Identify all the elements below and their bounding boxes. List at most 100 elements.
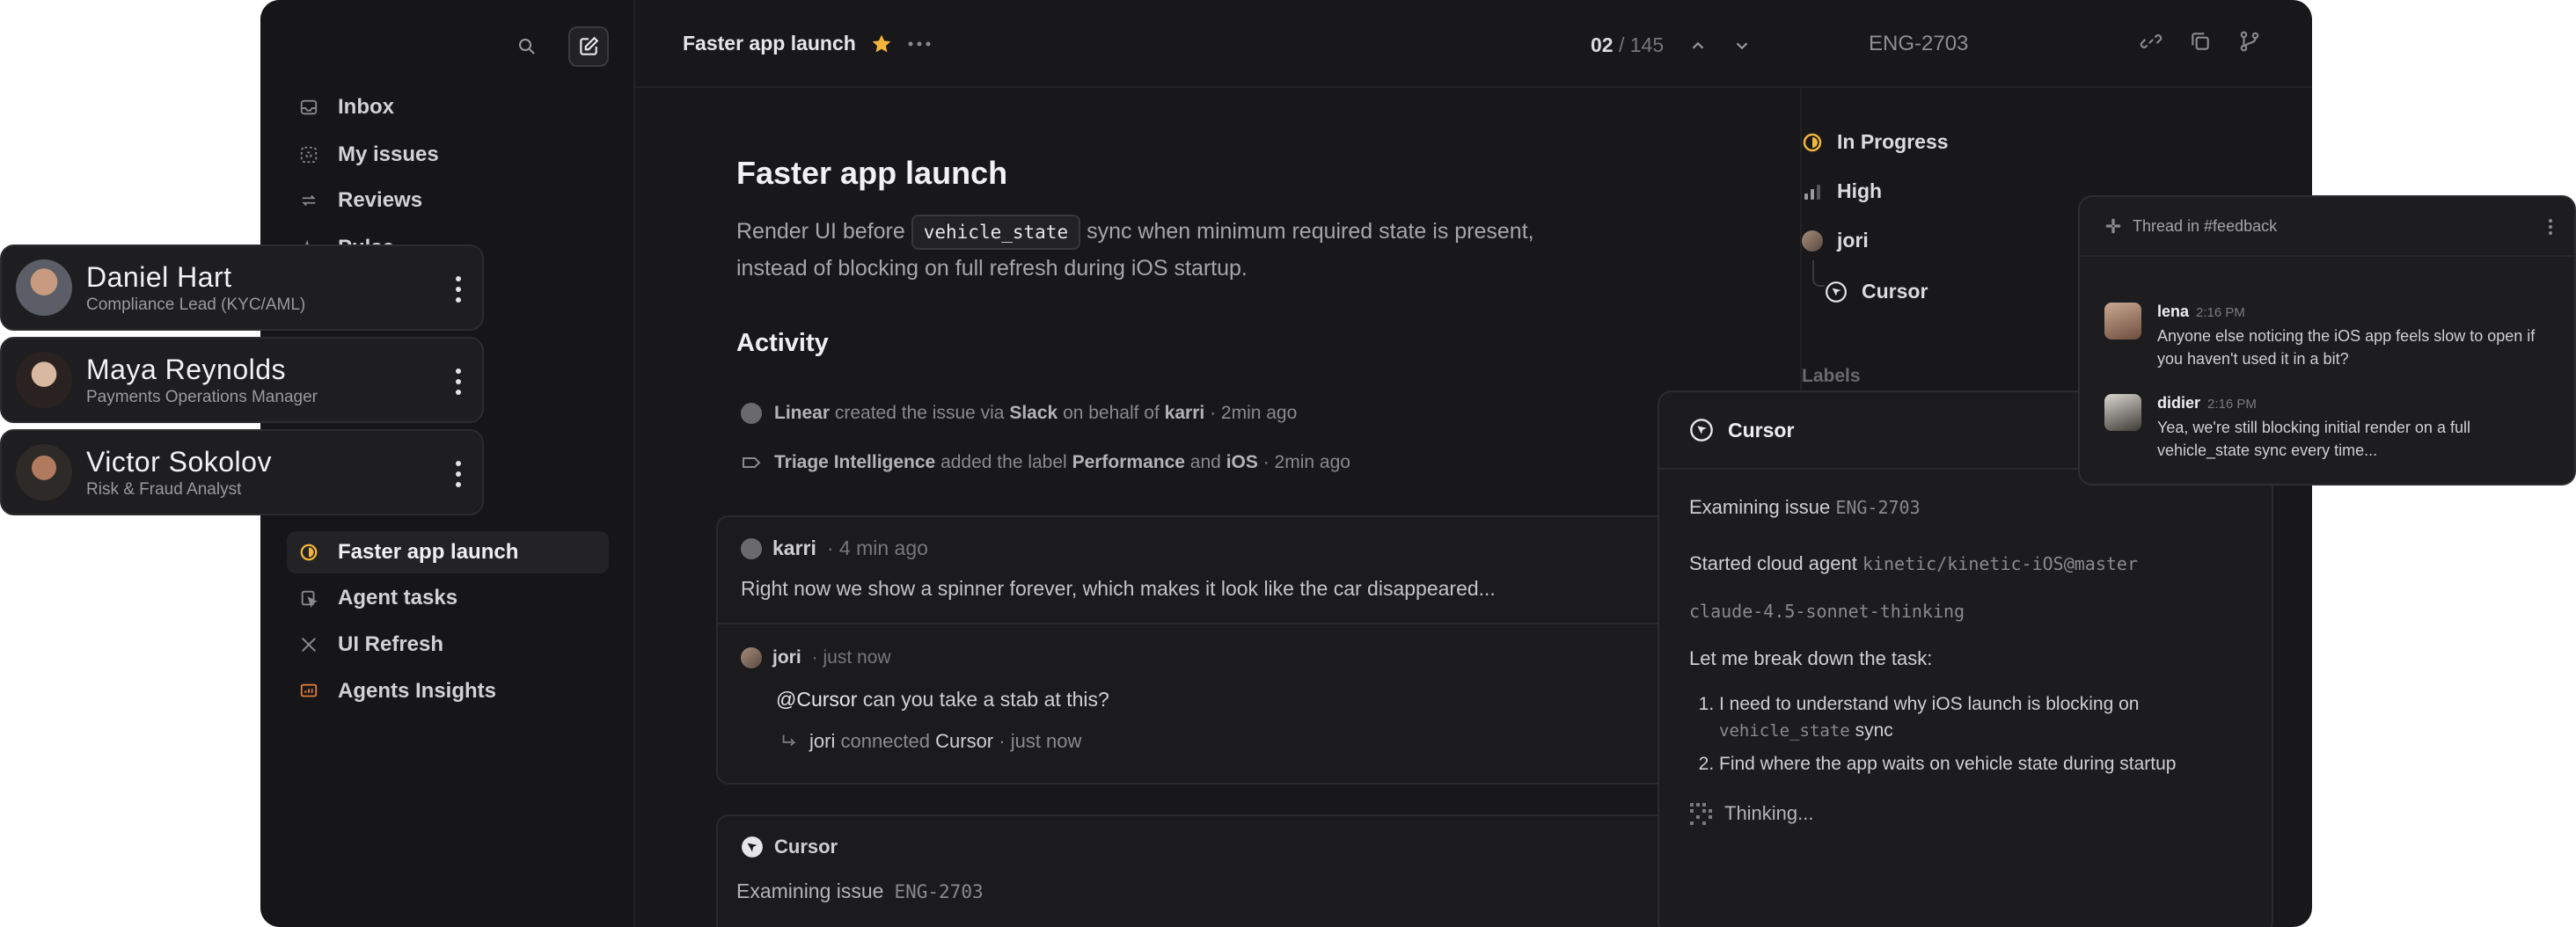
- linear-avatar: [741, 403, 762, 424]
- slack-thread-card: Thread in #feedback lena 2:16 PM Anyone e…: [2078, 195, 2576, 485]
- star-icon[interactable]: [870, 33, 893, 55]
- status-property[interactable]: In Progress: [1802, 130, 1949, 154]
- avatar: [16, 259, 72, 316]
- agent-line: Let me break down the task:: [1689, 647, 1933, 669]
- label-icon: [743, 457, 761, 468]
- desc-text: instead of blocking on full refresh duri…: [736, 256, 1248, 281]
- contact-name: Maya Reynolds: [86, 353, 287, 385]
- sidebar-item-agents-insights[interactable]: Agents Insights: [287, 670, 609, 712]
- top-bar: Faster app launch 02 / 145 ENG-2703: [635, 0, 2312, 88]
- more-vertical-icon[interactable]: [456, 369, 461, 395]
- more-horizontal-icon[interactable]: [907, 40, 932, 48]
- breadcrumb-title[interactable]: Faster app launch: [683, 32, 856, 55]
- thinking-text: Thinking...: [1724, 802, 1814, 824]
- thread-title: Thread in #feedback: [2133, 216, 2278, 235]
- cursor-logo-icon: [1826, 281, 1847, 303]
- issue-code: ENG-2703: [1835, 497, 1921, 518]
- pager-separator: /: [1618, 33, 1625, 56]
- sidebar-item-label: Reviews: [338, 188, 423, 212]
- chart-icon: [297, 680, 320, 703]
- reply-body: @Cursor can you take a stab at this?: [776, 688, 1109, 712]
- issue-description[interactable]: Render UI before vehicle_state sync when…: [736, 213, 1581, 287]
- contact-role: Payments Operations Manager: [86, 387, 318, 406]
- chevron-up-icon[interactable]: [1688, 36, 1708, 55]
- chevron-down-icon[interactable]: [1732, 36, 1752, 55]
- priority-value: High: [1837, 179, 1883, 202]
- sidebar-item-inbox[interactable]: Inbox: [287, 86, 609, 128]
- panel-actions: [2140, 30, 2261, 53]
- pager-current: 02: [1591, 33, 1614, 56]
- panel-issue-id: ENG-2703: [1869, 32, 1969, 55]
- sidebar-item-my-issues[interactable]: My issues: [287, 134, 609, 176]
- delegate-property[interactable]: Cursor: [1825, 280, 1928, 303]
- sidebar-item-label: Agent tasks: [338, 586, 458, 609]
- assignee-property[interactable]: jori: [1802, 229, 1869, 252]
- cursor-card-text: Examining issue ENG-2703: [736, 880, 984, 903]
- thread-header: Thread in #feedback: [2080, 197, 2574, 257]
- mention[interactable]: @Cursor: [776, 688, 857, 711]
- comment-time: · 4 min ago: [826, 536, 928, 559]
- labels-heading: Labels: [1802, 366, 1861, 386]
- activity-actor: Linear: [774, 403, 831, 423]
- sidebar-item-ui-refresh[interactable]: UI Refresh: [287, 624, 609, 666]
- activity-item: Linear created the issue via Slack on be…: [741, 403, 1297, 424]
- text: Started cloud agent: [1689, 552, 1857, 574]
- pager-total: 145: [1629, 33, 1665, 56]
- reply-header: jori · just now: [741, 647, 891, 668]
- activity-actor: Triage Intelligence: [774, 452, 936, 472]
- contact-name: Daniel Hart: [86, 260, 232, 293]
- avatar: [16, 444, 72, 500]
- avatar: [16, 352, 72, 408]
- repo-name: kinetic/kinetic-iOS@master: [1862, 553, 2139, 574]
- arrows-icon: [297, 189, 320, 212]
- activity-heading: Activity: [736, 329, 829, 357]
- more-vertical-icon[interactable]: [2548, 218, 2553, 236]
- branch-icon[interactable]: [2238, 30, 2261, 53]
- contact-name: Victor Sokolov: [86, 445, 272, 478]
- reply-author[interactable]: jori: [772, 647, 801, 668]
- link-icon[interactable]: [2140, 30, 2163, 53]
- priority-high-icon: [1804, 184, 1820, 200]
- sidebar-item-agent-tasks[interactable]: Agent tasks: [287, 577, 609, 619]
- copy-icon[interactable]: [2189, 30, 2212, 53]
- issue-title[interactable]: Faster app launch: [736, 155, 1581, 192]
- sidebar-item-faster-app-launch[interactable]: Faster app launch: [287, 531, 609, 573]
- message-time: 2:16 PM: [2196, 305, 2245, 320]
- label-ios: iOS: [1226, 452, 1258, 472]
- activity-text: and: [1189, 452, 1221, 472]
- contact-card[interactable]: Maya Reynolds Payments Operations Manager: [0, 337, 484, 423]
- inline-code: vehicle_state: [911, 215, 1081, 250]
- desc-text: Render UI before: [736, 219, 905, 244]
- contact-role: Risk & Fraud Analyst: [86, 479, 242, 499]
- activity-item: Triage Intelligence added the label Perf…: [741, 452, 1350, 473]
- sidebar-item-reviews[interactable]: Reviews: [287, 179, 609, 222]
- priority-property[interactable]: High: [1802, 179, 1882, 203]
- conn-user: jori: [809, 730, 836, 752]
- search-icon: [519, 39, 535, 55]
- compose-button[interactable]: [568, 26, 609, 67]
- avatar: [2104, 394, 2141, 431]
- comment-header: karri · 4 min ago: [741, 536, 928, 560]
- more-vertical-icon[interactable]: [456, 461, 461, 487]
- compose-icon: [580, 36, 599, 55]
- text: Examining issue: [736, 880, 884, 902]
- status-value: In Progress: [1837, 130, 1949, 153]
- comment-author[interactable]: karri: [772, 536, 816, 560]
- message-author: lena: [2157, 303, 2190, 320]
- issue-pager: 02 / 145: [1591, 33, 1752, 57]
- contact-card[interactable]: Victor Sokolov Risk & Fraud Analyst: [0, 429, 484, 515]
- more-vertical-icon[interactable]: [456, 276, 461, 303]
- activity-via: Slack: [1009, 403, 1058, 423]
- app-window: Inbox My issues Reviews Pulse Favorites …: [260, 0, 2312, 927]
- label-performance: Performance: [1072, 452, 1185, 472]
- search-button[interactable]: [507, 26, 547, 67]
- desc-text: sync when minimum required state is pres…: [1087, 219, 1534, 244]
- cursor-card-title: Cursor: [774, 836, 838, 858]
- contact-card[interactable]: Daniel Hart Compliance Lead (KYC/AML): [0, 245, 484, 331]
- conn-text: connected: [840, 730, 930, 752]
- activity-text: on behalf of: [1063, 403, 1160, 423]
- inbox-icon: [297, 96, 320, 119]
- task-list: I need to understand why iOS launch is b…: [1689, 691, 2176, 785]
- agent-icon: [297, 587, 320, 609]
- cursor-logo-icon: [742, 836, 763, 858]
